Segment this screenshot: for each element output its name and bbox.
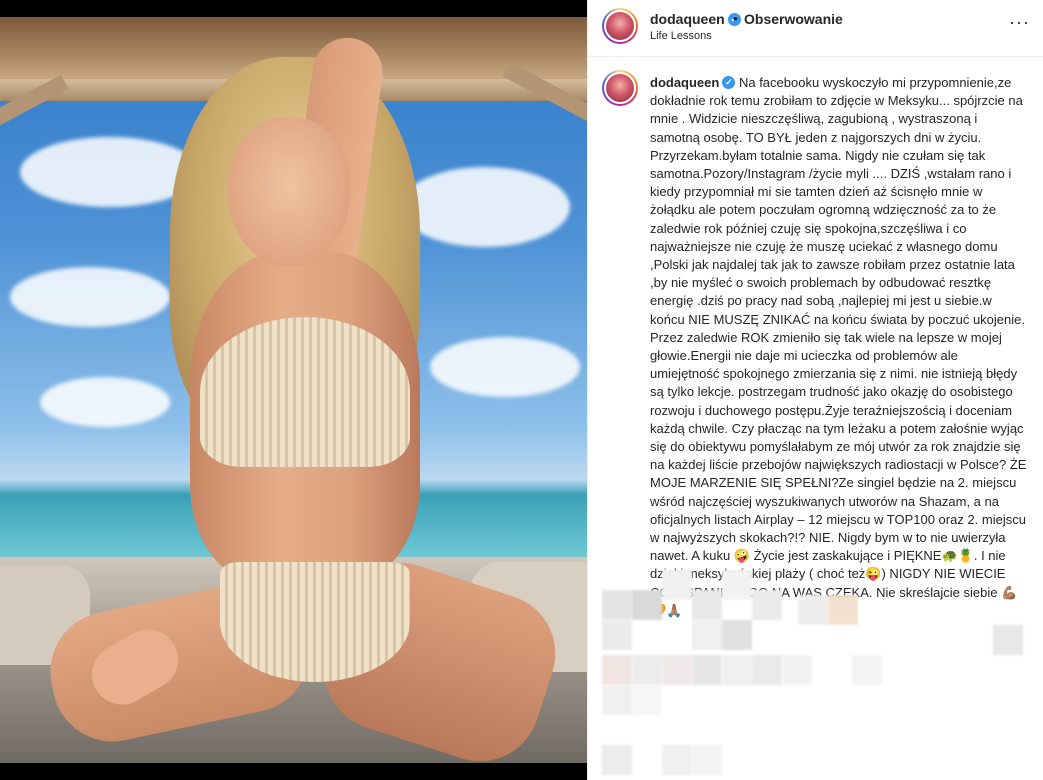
- blurred-block: [993, 625, 1023, 655]
- blurred-block: [852, 655, 882, 685]
- post-photo[interactable]: [0, 17, 587, 763]
- blurred-block: [752, 590, 782, 620]
- caption-text: Na facebooku wyskoczyło mi przypomnienie…: [650, 75, 1027, 618]
- blurred-block: [722, 620, 752, 650]
- username-text[interactable]: dodaqueen: [650, 11, 725, 27]
- blurred-block: [692, 745, 722, 775]
- caption-username-text[interactable]: dodaqueen: [650, 75, 719, 90]
- blurred-block: [602, 745, 632, 775]
- blurred-block: [602, 685, 632, 715]
- header-subtitle[interactable]: Life Lessons: [650, 30, 712, 42]
- blurred-block: [632, 685, 662, 715]
- caption-username[interactable]: dodaqueen ✓: [650, 75, 736, 90]
- blurred-block: [602, 620, 632, 650]
- blurred-block: [692, 590, 722, 620]
- blurred-block: [692, 655, 722, 685]
- blurred-block: [752, 655, 782, 685]
- more-options-icon[interactable]: ···: [1009, 12, 1030, 33]
- photo-cloud: [10, 267, 170, 327]
- blurred-block: [782, 655, 812, 685]
- blurred-comments: [588, 560, 1043, 780]
- caption-body: dodaqueen ✓ Na facebooku wyskoczyło mi pr…: [650, 74, 1028, 620]
- header-username[interactable]: dodaqueen ✓: [650, 11, 741, 27]
- blurred-block: [602, 590, 632, 620]
- post-sidebar: dodaqueen ✓ • Obserwowanie Life Lessons ·…: [587, 0, 1043, 780]
- avatar-image: [604, 10, 636, 42]
- caption-avatar[interactable]: [602, 70, 638, 106]
- post-media[interactable]: [0, 0, 587, 780]
- blurred-block: [722, 570, 752, 600]
- photo-cloud: [430, 337, 580, 397]
- blurred-block: [662, 570, 692, 600]
- avatar-image: [604, 72, 636, 104]
- photo-cloud: [400, 167, 570, 247]
- blurred-block: [662, 655, 692, 685]
- blurred-block: [602, 655, 632, 685]
- post-header: dodaqueen ✓ • Obserwowanie Life Lessons ·…: [588, 0, 1043, 57]
- photo-face: [228, 117, 350, 267]
- header-avatar[interactable]: [602, 8, 638, 44]
- blurred-block: [632, 655, 662, 685]
- photo-cloud: [40, 377, 170, 427]
- blurred-block: [632, 590, 662, 620]
- following-button[interactable]: Obserwowanie: [744, 11, 843, 27]
- blurred-block: [692, 620, 722, 650]
- blurred-block: [798, 595, 828, 625]
- blurred-block: [662, 745, 692, 775]
- header-separator: •: [733, 10, 738, 26]
- blurred-block: [828, 595, 858, 625]
- blurred-block: [722, 655, 752, 685]
- verified-badge-icon: ✓: [722, 76, 736, 90]
- photo-bikini-bottom: [220, 562, 410, 682]
- photo-bikini-top: [200, 317, 410, 467]
